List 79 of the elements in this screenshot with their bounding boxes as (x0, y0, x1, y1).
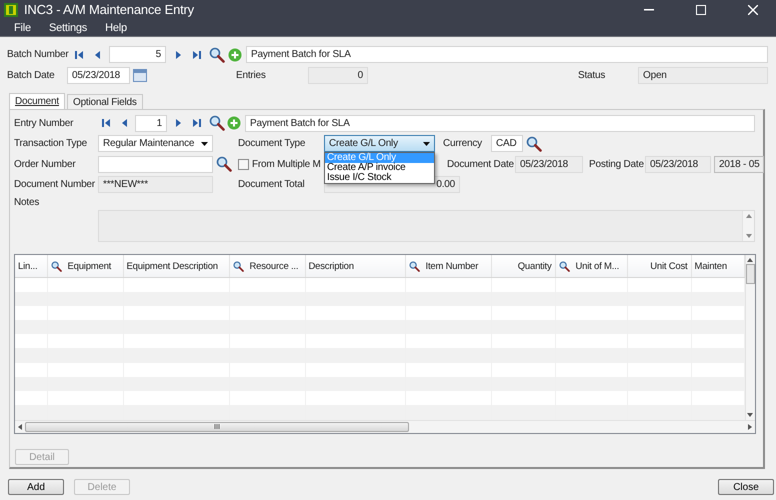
scroll-down-icon[interactable] (746, 234, 752, 238)
transaction-type-dropdown[interactable]: Regular Maintenance (98, 135, 213, 152)
batch-description-field[interactable]: Payment Batch for SLA (246, 46, 768, 63)
field-label: Batch Number (7, 49, 70, 60)
field-label: Document Total (238, 179, 306, 190)
field-label: Order Number (14, 158, 77, 170)
field-label: Currency (443, 138, 483, 150)
currency-field[interactable]: CAD (491, 135, 523, 152)
scroll-thumb[interactable] (746, 264, 755, 284)
grip-icon (214, 424, 220, 429)
search-icon[interactable] (526, 136, 542, 152)
close-button[interactable]: Close (718, 479, 774, 495)
scroll-up-icon[interactable] (746, 214, 752, 218)
batch-date-field[interactable]: 05/23/2018 (67, 67, 130, 84)
document-number-field: ***NEW*** (98, 176, 213, 194)
search-icon[interactable] (558, 260, 570, 272)
field-label: Entry Number (14, 118, 74, 129)
document-type-dropdown[interactable]: Create G/L Only (324, 135, 435, 152)
last-icon[interactable] (191, 48, 203, 60)
entries-field: 0 (308, 67, 368, 84)
first-icon[interactable] (100, 117, 112, 130)
column-header[interactable]: Equipment Description (123, 255, 229, 278)
entry-number-field[interactable]: 1 (135, 114, 167, 132)
column-header[interactable]: Item Number (405, 255, 491, 278)
search-icon[interactable] (209, 46, 225, 62)
field-label: Batch Date (7, 70, 56, 81)
caret-icon (423, 142, 430, 146)
posting-date-field: 05/23/2018 (645, 156, 711, 173)
app-icon (4, 2, 18, 16)
tab[interactable]: Optional Fields (66, 94, 143, 109)
field-label: Entries (236, 70, 267, 81)
batch-number-field[interactable]: 5 (109, 46, 166, 63)
search-icon[interactable] (50, 260, 62, 272)
dropdown-option[interactable]: Issue I/C Stock (325, 173, 434, 184)
period-field: 2018 - 05 (714, 156, 764, 173)
order-number-field[interactable] (98, 156, 213, 173)
search-icon[interactable] (408, 260, 420, 272)
column-header[interactable]: Resource ... (229, 255, 305, 278)
field-label: Transaction Type (14, 138, 88, 150)
column-header[interactable]: Lin... (15, 255, 47, 278)
field-label: Document Type (238, 138, 306, 150)
column-header[interactable]: Unit of M... (555, 255, 627, 278)
document-date-field: 05/23/2018 (515, 156, 583, 173)
dropdown-option[interactable]: Create A/P invoice (325, 163, 434, 174)
column-header[interactable]: Mainten (691, 255, 744, 278)
calendar-icon[interactable] (133, 69, 147, 82)
column-header[interactable]: Unit Cost (627, 255, 691, 278)
field-label: Status (578, 70, 606, 81)
window-title: INC3 - A/M Maintenance Entry (24, 2, 195, 17)
scroll-right-icon[interactable] (748, 424, 752, 430)
checkbox[interactable] (238, 158, 249, 170)
last-icon[interactable] (191, 117, 203, 130)
maximize-icon[interactable] (696, 4, 706, 14)
search-icon[interactable] (209, 115, 225, 132)
scroll-thumb[interactable] (25, 422, 409, 432)
menu-item[interactable]: Settings (40, 22, 96, 34)
status-field: Open (638, 67, 768, 84)
notes-field[interactable] (98, 210, 755, 242)
search-icon[interactable] (232, 260, 244, 272)
field-label: Posting Date (589, 158, 645, 170)
scroll-down-icon[interactable] (747, 412, 754, 416)
column-header[interactable]: Equipment (47, 255, 123, 278)
menu-item[interactable]: File (6, 22, 39, 34)
column-header[interactable]: Quantity (491, 255, 555, 278)
column-header[interactable]: Description (305, 255, 405, 278)
checkbox-label: From Multiple M (252, 158, 322, 170)
add-icon[interactable] (228, 48, 242, 62)
menu-item[interactable]: Help (97, 22, 135, 34)
scroll-left-icon[interactable] (18, 424, 22, 430)
close-icon[interactable] (748, 4, 758, 14)
tab[interactable]: Document (9, 93, 65, 109)
entry-description-field[interactable]: Payment Batch for SLA (245, 114, 755, 132)
search-icon[interactable] (216, 156, 232, 172)
footer-button[interactable]: Add (8, 479, 64, 495)
field-label: Document Number (14, 179, 96, 190)
field-label: Notes (14, 197, 40, 208)
field-label: Document Date (447, 158, 515, 170)
first-icon[interactable] (73, 48, 85, 60)
caret-icon (201, 142, 208, 146)
